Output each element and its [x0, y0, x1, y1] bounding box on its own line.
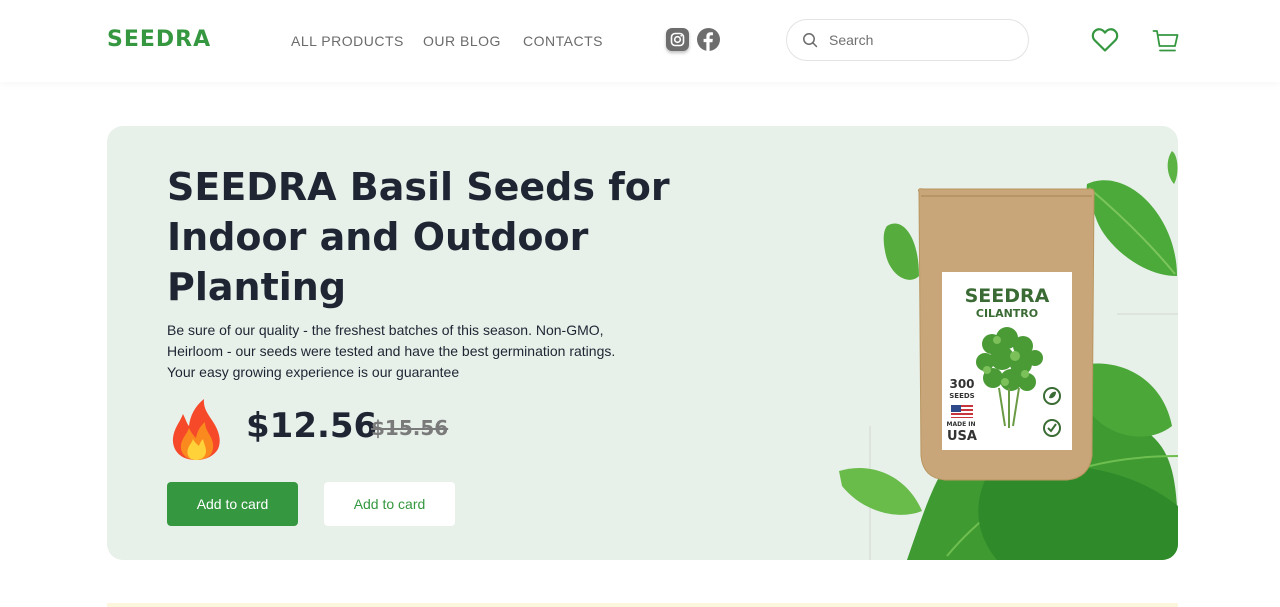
- current-price: $12.56: [246, 406, 378, 446]
- hero-title: SEEDRA Basil Seeds for Indoor and Outdoo…: [167, 165, 670, 309]
- pouch-seeds-label: SEEDS: [949, 392, 974, 400]
- search-icon: [802, 32, 818, 53]
- facebook-icon[interactable]: [697, 28, 720, 51]
- instagram-icon[interactable]: [666, 28, 689, 51]
- pouch-brand: SEEDRA: [965, 285, 1050, 307]
- fire-icon: [168, 398, 224, 462]
- add-to-cart-button[interactable]: Add to card: [167, 482, 298, 526]
- logo[interactable]: SEEDRA: [107, 27, 211, 52]
- pouch-seeds-count: 300: [949, 377, 974, 391]
- nav-all-products[interactable]: ALL PRODUCTS: [291, 33, 404, 49]
- heart-icon[interactable]: [1091, 27, 1119, 58]
- hero-description: Be sure of our quality - the freshest ba…: [167, 322, 616, 380]
- pouch-country: USA: [947, 429, 977, 444]
- nav-contacts[interactable]: CONTACTS: [523, 33, 603, 49]
- add-to-cart-secondary-button[interactable]: Add to card: [324, 482, 455, 526]
- next-section-edge: [107, 603, 1178, 607]
- site-header: SEEDRA ALL PRODUCTS OUR BLOG CONTACTS: [0, 0, 1280, 82]
- product-image: SEEDRA CILANTRO 300 SEEDS MADE IN USA: [827, 126, 1178, 560]
- old-price: $15.56: [371, 416, 449, 440]
- search-input[interactable]: [829, 30, 1009, 50]
- search-box: [786, 19, 1029, 61]
- hero-banner: SEEDRA Basil Seeds for Indoor and Outdoo…: [107, 126, 1178, 560]
- pouch-variety: CILANTRO: [976, 307, 1038, 320]
- cart-icon[interactable]: [1152, 29, 1180, 58]
- nav-our-blog[interactable]: OUR BLOG: [423, 33, 501, 49]
- pouch-made-in: MADE IN: [946, 421, 975, 428]
